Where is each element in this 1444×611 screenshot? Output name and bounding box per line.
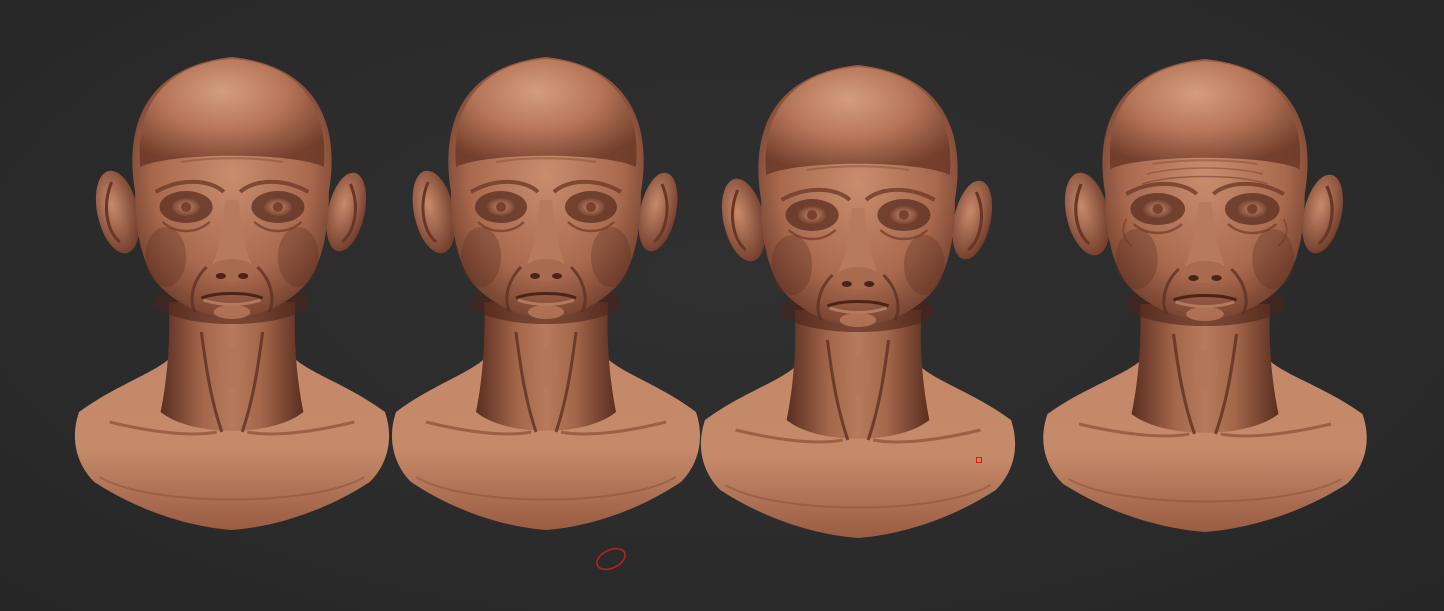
- sculpt-bust-4: [1043, 59, 1366, 532]
- sculpt-bust-1: [75, 57, 389, 530]
- selection-marker-icon: [976, 457, 982, 463]
- zbrush-viewport[interactable]: [0, 0, 1444, 611]
- brush-cursor-icon: [596, 547, 626, 571]
- sculpt-canvas: [0, 0, 1444, 571]
- sculpt-bust-2: [389, 55, 703, 532]
- sculpt-bust-3: [701, 65, 1015, 538]
